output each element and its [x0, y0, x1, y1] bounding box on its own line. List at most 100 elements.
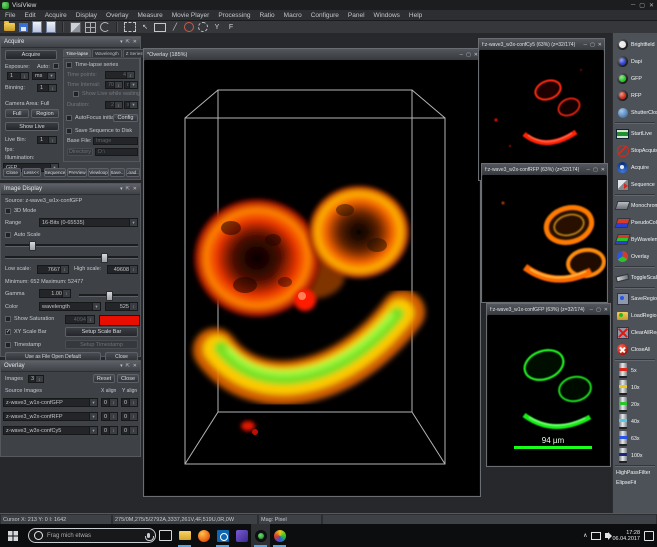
timestamp-checkbox[interactable] — [5, 342, 11, 348]
channel-image-cy5[interactable] — [480, 50, 603, 179]
taskbar-explorer[interactable] — [175, 524, 194, 547]
search-box[interactable]: Frag mich etwas — [28, 528, 156, 543]
microphone-icon[interactable] — [147, 533, 150, 538]
images-count-input[interactable]: 3↕ — [28, 375, 44, 383]
overlay-panel-titlebar[interactable]: Overlay ▾ ⇱ ✕ — [1, 361, 140, 372]
acquire-panel-titlebar[interactable]: Acquire ▾ ⇱ ✕ — [1, 37, 140, 48]
maximize-icon[interactable]: ▢ — [639, 2, 645, 9]
high-scale-slider-thumb[interactable] — [101, 253, 108, 263]
tool-shutter-close[interactable]: ShutterClose — [613, 104, 657, 121]
setup-timestamp-button[interactable]: Setup Timestamp — [65, 340, 138, 349]
menu-processing[interactable]: Processing — [218, 12, 250, 19]
tool-dapi[interactable]: Dapi — [613, 53, 657, 70]
taskbar-outlook[interactable] — [213, 524, 232, 547]
taskbar-app-colorful[interactable] — [270, 524, 289, 547]
wavelength-input[interactable]: 525↕ — [105, 302, 138, 311]
acquire-button[interactable]: Acquire — [5, 50, 57, 60]
menu-movie-player[interactable]: Movie Player — [172, 12, 210, 19]
refresh-icon[interactable] — [100, 22, 110, 32]
minimize-icon[interactable]: ─ — [584, 42, 588, 48]
region-button[interactable]: Region — [31, 109, 59, 118]
reset-button[interactable]: Reset — [93, 374, 115, 383]
x-align-input-3[interactable]: 0↕ — [101, 426, 118, 435]
tool-sequence[interactable]: Sequence — [613, 176, 657, 193]
panel-close-icon[interactable]: ✕ — [133, 39, 137, 45]
low-scale-input[interactable]: 7667↕ — [37, 265, 69, 274]
grid-icon[interactable] — [85, 22, 96, 33]
close-icon[interactable]: ✕ — [649, 2, 654, 9]
high-scale-slider[interactable] — [5, 256, 138, 259]
circle-tool-icon[interactable] — [184, 22, 194, 32]
panel-pin-icon[interactable]: ⇱ — [126, 39, 130, 45]
tool-objective-40x[interactable]: 40x — [613, 413, 657, 430]
setup-scale-bar-button[interactable]: Setup Scale Bar — [65, 327, 138, 337]
close-icon[interactable]: ✕ — [601, 167, 605, 173]
tool-gfp[interactable]: GFP — [613, 70, 657, 87]
tool-close-all[interactable]: CloseAll — [613, 341, 657, 358]
color-select[interactable]: wavelength▾ — [39, 302, 101, 311]
exposure-input[interactable]: 1↕ — [7, 72, 29, 80]
tray-speaker-icon[interactable] — [605, 533, 608, 538]
menu-edit[interactable]: Edit — [24, 12, 35, 19]
tab-wavelength[interactable]: Wavelength — [92, 49, 122, 57]
menu-windows[interactable]: Windows — [374, 12, 400, 19]
menu-file[interactable]: File — [5, 12, 15, 19]
exposure-unit-select[interactable]: ms▾ — [32, 72, 56, 80]
menu-macro[interactable]: Macro — [284, 12, 302, 19]
dashed-circle-tool-icon[interactable] — [198, 22, 208, 32]
channel-window-rfp[interactable]: f:z-wave3_w2x-confRFP (63%) (z=32/174) ─… — [481, 163, 608, 303]
minimize-icon[interactable]: ─ — [460, 52, 464, 58]
maximize-icon[interactable]: ▢ — [593, 167, 598, 173]
gamma-input[interactable]: 1.00↕ — [39, 289, 71, 298]
taskbar-task-view[interactable] — [156, 524, 175, 547]
full-button[interactable]: Full — [5, 109, 29, 118]
line-tool-icon[interactable]: ╱ — [170, 22, 180, 32]
time-lapse-series-checkbox[interactable] — [66, 62, 72, 68]
y-align-input-2[interactable]: 0↕ — [121, 412, 138, 421]
tool-objective-5x[interactable]: 5x — [613, 362, 657, 379]
panel-dropdown-icon[interactable]: ▾ — [120, 186, 123, 192]
show-live-waiting-checkbox[interactable] — [73, 91, 79, 97]
rectangle-tool-icon[interactable] — [154, 23, 166, 32]
tool-objective-100x[interactable]: 100x — [613, 447, 657, 464]
time-interval-unit-select[interactable]: ms▾ — [124, 81, 138, 89]
tool-f-icon[interactable]: F — [226, 22, 236, 32]
close-icon[interactable]: ✕ — [598, 42, 602, 48]
tray-display-icon[interactable] — [591, 532, 601, 540]
tool-brightfield[interactable]: Brightfield — [613, 36, 657, 53]
panel-dropdown-icon[interactable]: ▾ — [120, 363, 123, 369]
overlay-close-button[interactable]: Close — [117, 374, 139, 383]
tool-start-live[interactable]: StartLive — [613, 125, 657, 142]
minimize-icon[interactable]: ─ — [587, 167, 591, 173]
maximize-icon[interactable]: ▢ — [590, 42, 595, 48]
show-saturation-checkbox[interactable] — [5, 316, 11, 322]
copy-icon[interactable] — [70, 22, 81, 33]
auto-scale-checkbox[interactable] — [5, 232, 11, 238]
taskbar-visiview[interactable] — [251, 524, 270, 547]
open-icon[interactable] — [4, 23, 15, 31]
page-icon[interactable] — [32, 21, 42, 33]
panel-pin-icon[interactable]: ⇱ — [126, 186, 130, 192]
config-button[interactable]: Config — [113, 114, 138, 122]
menu-help[interactable]: Help — [409, 12, 422, 19]
load-button[interactable]: Load... — [126, 168, 140, 177]
tool-objective-20x[interactable]: 20x — [613, 396, 657, 413]
sequence-button[interactable]: Sequence — [44, 168, 66, 177]
menu-measure[interactable]: Measure — [137, 12, 162, 19]
tool-save-regions[interactable]: SaveRegions — [613, 290, 657, 307]
tool-bywavelength[interactable]: ByWavelength — [613, 231, 657, 248]
y-align-input-3[interactable]: 0↕ — [121, 426, 138, 435]
minimize-icon[interactable]: ─ — [590, 307, 594, 313]
menu-overlay[interactable]: Overlay — [106, 12, 128, 19]
autofocus-checkbox[interactable] — [66, 115, 72, 121]
menu-acquire[interactable]: Acquire — [45, 12, 67, 19]
duration-input[interactable]: 2↕ — [105, 101, 123, 109]
tool-pseudocolor[interactable]: PseudoColor — [613, 214, 657, 231]
close-button[interactable]: Close — [3, 168, 21, 177]
low-scale-slider[interactable] — [5, 244, 138, 247]
maximize-icon[interactable]: ▢ — [596, 307, 601, 313]
source-image-select-2[interactable]: z-wave3_w2x-confRFP▾ — [3, 412, 98, 421]
live-bin-input[interactable]: 1↕ — [37, 136, 57, 144]
less-button[interactable]: Less<< — [22, 168, 41, 177]
tool-objective-63x[interactable]: 63x — [613, 430, 657, 447]
